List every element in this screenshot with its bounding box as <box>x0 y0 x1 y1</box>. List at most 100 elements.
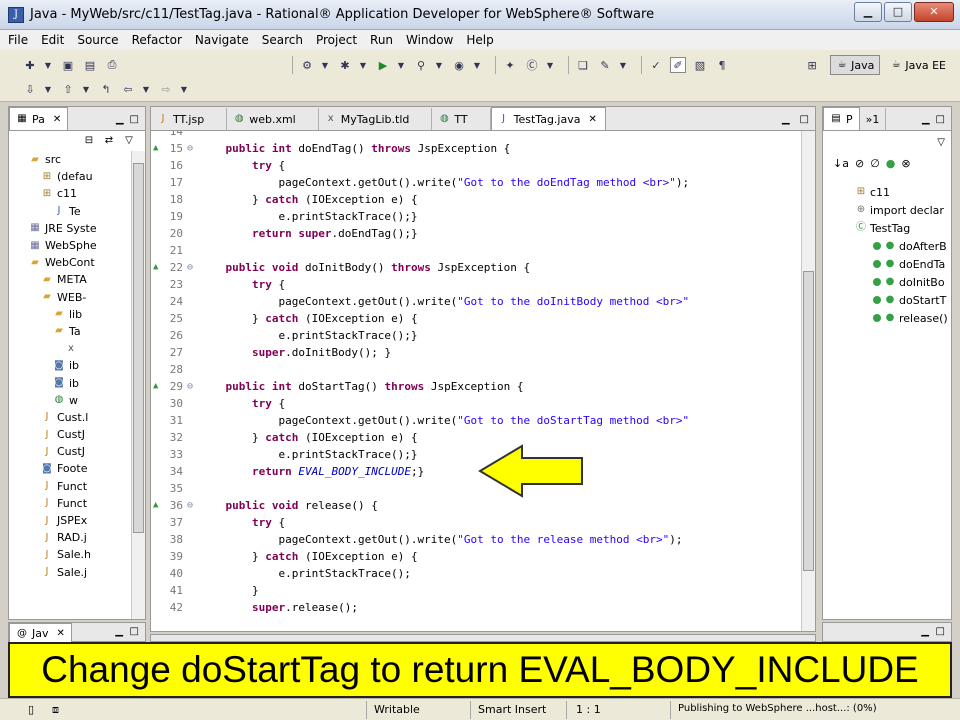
chevron-down-icon[interactable]: ▼ <box>321 57 329 73</box>
editor-tab[interactable]: x MyTagLib.tld <box>318 108 433 130</box>
tree-item[interactable]: J CustJ <box>9 426 131 443</box>
chevron-down-icon[interactable]: ▼ <box>359 57 367 73</box>
tree-item[interactable]: J Funct <box>9 495 131 512</box>
tree-item[interactable]: ⊞ c11 <box>9 185 131 202</box>
outline-item[interactable]: ● doStartT <box>833 291 951 309</box>
tree-item[interactable]: ◙ ib <box>9 374 131 391</box>
server-icon[interactable]: ⚙ <box>299 57 315 73</box>
tree-item[interactable]: ◙ Foote <box>9 460 131 477</box>
tree-item[interactable]: ▦ JRE Syste <box>9 220 131 237</box>
maximize-view-icon[interactable]: □ <box>936 626 945 637</box>
editor-tab[interactable]: ◍ TT <box>432 108 491 130</box>
menu-edit[interactable]: Edit <box>41 33 64 47</box>
show-whitespace-icon[interactable]: ¶ <box>714 57 730 73</box>
tab-outline[interactable]: ▤ P <box>823 107 860 130</box>
print-icon[interactable]: ⎙ <box>104 57 120 73</box>
perspective-java[interactable]: ☕ Java <box>830 55 881 75</box>
tree-item[interactable]: J Te <box>9 203 131 220</box>
tab-package-explorer[interactable]: ▦ Pa ✕ <box>9 107 69 130</box>
scrollbar-thumb[interactable] <box>803 271 814 571</box>
tree-item[interactable]: ◙ ib <box>9 357 131 374</box>
editor-tab[interactable]: J TestTag.java ✕ <box>490 107 606 130</box>
tree-item[interactable]: J RAD.j <box>9 529 131 546</box>
tree-item[interactable]: J JSPEx <box>9 512 131 529</box>
fold-icon[interactable]: ⊖ <box>187 140 193 157</box>
link-editor-icon[interactable]: ⇄ <box>103 135 115 147</box>
tree-item[interactable]: ▰ src <box>9 151 131 168</box>
tree-item[interactable]: ▰ lib <box>9 306 131 323</box>
tree-item[interactable]: ▰ Ta <box>9 323 131 340</box>
back-icon[interactable]: ⇦ <box>120 81 136 97</box>
maximize-view-icon[interactable]: □ <box>130 626 139 637</box>
tree-item[interactable]: ▰ META <box>9 271 131 288</box>
perspective-javaee[interactable]: ☕ Java EE <box>884 55 952 75</box>
chevron-down-icon[interactable]: ▼ <box>44 81 52 97</box>
run-icon[interactable]: ▶ <box>375 57 391 73</box>
search-icon[interactable]: ✎ <box>597 57 613 73</box>
new-icon[interactable]: ✚ <box>22 57 38 73</box>
last-edit-icon[interactable]: ↰ <box>98 81 114 97</box>
tree-item[interactable]: J Sale.h <box>9 546 131 563</box>
close-button[interactable]: ✕ <box>914 2 954 22</box>
close-icon[interactable]: ✕ <box>53 114 61 125</box>
tree-item[interactable]: J CustJ <box>9 443 131 460</box>
fold-icon[interactable]: ⊖ <box>187 259 193 276</box>
scrollbar-thumb[interactable] <box>133 163 144 533</box>
tree-item[interactable]: ◍ w <box>9 392 131 409</box>
minimize-view-icon[interactable]: ▁ <box>921 626 929 637</box>
open-type-icon[interactable]: ❏ <box>575 57 591 73</box>
menu-source[interactable]: Source <box>77 33 118 47</box>
override-marker-icon[interactable]: ▲ <box>153 497 158 514</box>
forward-icon[interactable]: ⇨ <box>158 81 174 97</box>
editor-scrollbar[interactable] <box>801 131 815 631</box>
hide-fields-icon[interactable]: ⊘ <box>855 157 864 170</box>
chevron-down-icon[interactable]: ▼ <box>180 81 188 97</box>
minimize-view-icon[interactable]: ▁ <box>922 114 930 125</box>
tree-item[interactable]: x <box>9 340 131 357</box>
maximize-view-icon[interactable]: □ <box>800 114 809 125</box>
code-area[interactable]: 14 15 ▲ ⊖ public int doEndTag() throws JspE… <box>151 131 801 631</box>
tree-item[interactable]: J Funct <box>9 478 131 495</box>
debug-icon[interactable]: ✱ <box>337 57 353 73</box>
outline-item[interactable]: ● doInitBo <box>833 273 951 291</box>
maximize-view-icon[interactable]: □ <box>936 114 945 125</box>
override-marker-icon[interactable]: ▲ <box>153 140 158 157</box>
menu-help[interactable]: Help <box>466 33 493 47</box>
override-marker-icon[interactable]: ▲ <box>153 378 158 395</box>
fold-icon[interactable]: ⊖ <box>187 378 193 395</box>
minimize-button[interactable]: ▁ <box>854 2 882 22</box>
outline-item[interactable]: ● doAfterB <box>833 237 951 255</box>
tab-javadoc[interactable]: @ Jav ✕ <box>9 623 72 643</box>
hide-local-types-icon[interactable]: ⊗ <box>901 157 910 170</box>
menu-search[interactable]: Search <box>262 33 303 47</box>
minimize-view-icon[interactable]: ▁ <box>116 114 124 125</box>
menu-window[interactable]: Window <box>406 33 453 47</box>
chevron-down-icon[interactable]: ▼ <box>44 57 52 73</box>
new-java-icon[interactable]: Ⓒ <box>524 57 540 73</box>
toggle-mark-icon[interactable]: ✓ <box>648 57 664 73</box>
external-tools-icon[interactable]: ◉ <box>451 57 467 73</box>
block-selection-icon[interactable]: ▧ <box>692 57 708 73</box>
open-perspective-icon[interactable]: ⊞ <box>804 57 820 73</box>
save-all-icon[interactable]: ▤ <box>82 57 98 73</box>
sort-icon[interactable]: ↓a <box>833 157 849 170</box>
tree-item[interactable]: ▰ WEB- <box>9 289 131 306</box>
minimize-view-icon[interactable]: ▁ <box>782 114 790 125</box>
new-class-icon[interactable]: ✦ <box>502 57 518 73</box>
chevron-down-icon[interactable]: ▼ <box>82 81 90 97</box>
chevron-down-icon[interactable]: ▼ <box>397 57 405 73</box>
tree-item[interactable]: J Cust.l <box>9 409 131 426</box>
chevron-down-icon[interactable]: ▼ <box>435 57 443 73</box>
chevron-down-icon[interactable]: ▼ <box>142 81 150 97</box>
view-menu-icon[interactable]: ▽ <box>123 135 135 147</box>
chevron-down-icon[interactable]: ▼ <box>473 57 481 73</box>
highlight-icon[interactable]: ✐ <box>670 57 686 73</box>
package-explorer-scrollbar[interactable] <box>131 151 145 619</box>
tree-item[interactable]: ▰ WebCont <box>9 254 131 271</box>
editor-tab[interactable]: J TT.jsp <box>151 108 228 130</box>
view-menu-icon[interactable]: ▽ <box>937 137 945 148</box>
outline-item[interactable]: ⊞ c11 <box>833 183 951 201</box>
tree-item[interactable]: ⊞ (defau <box>9 168 131 185</box>
maximize-button[interactable]: □ <box>884 2 912 22</box>
menu-refactor[interactable]: Refactor <box>132 33 182 47</box>
